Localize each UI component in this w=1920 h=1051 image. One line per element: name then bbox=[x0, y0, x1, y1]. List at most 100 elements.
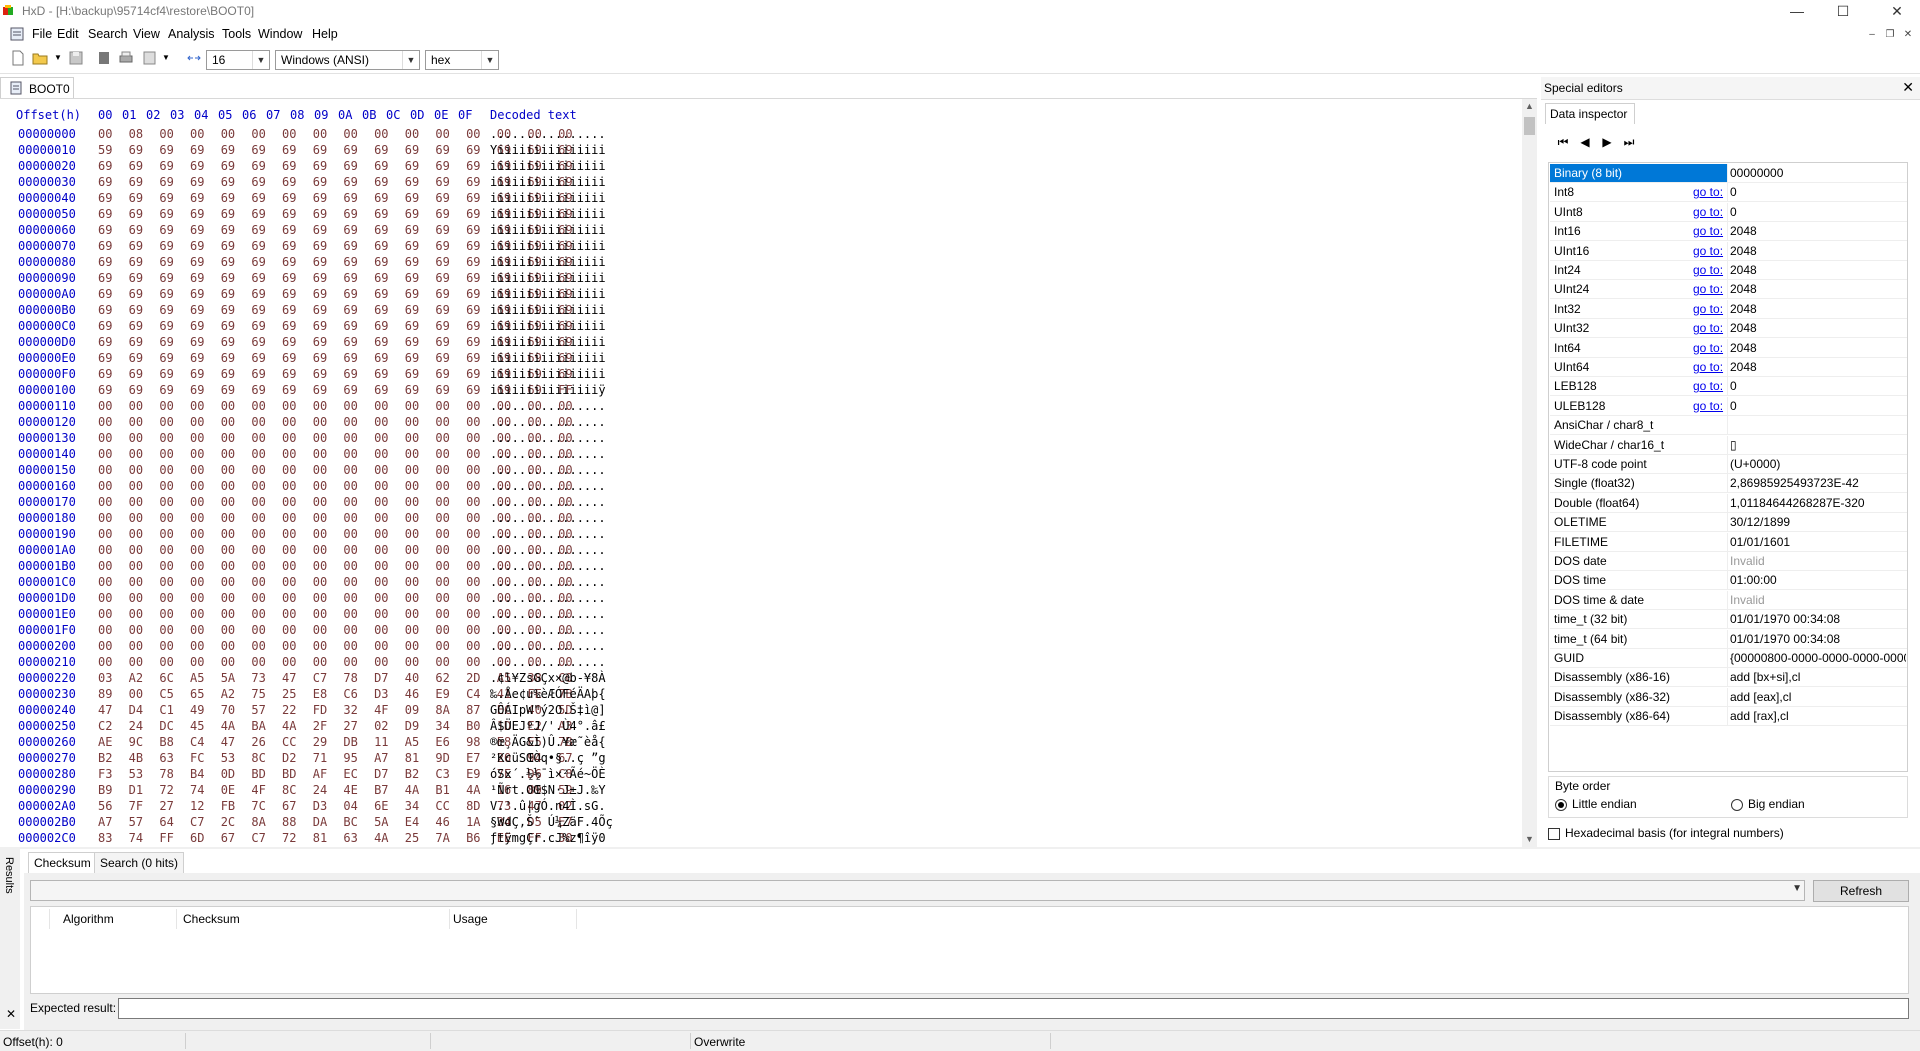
row-decoded-text[interactable]: ................ bbox=[490, 126, 606, 142]
last-icon[interactable]: ⏭ bbox=[1622, 135, 1636, 149]
row-decoded-text[interactable]: §WdÇ,Šˆ Ú¼ZäF.4Õç bbox=[490, 814, 613, 830]
inspector-row-value[interactable]: 2048 bbox=[1730, 244, 1906, 258]
first-icon[interactable]: ⏮ bbox=[1556, 135, 1570, 149]
menu-window[interactable]: Window bbox=[258, 27, 302, 41]
inspector-row-value[interactable]: add [eax],cl bbox=[1730, 690, 1906, 704]
save-icon[interactable] bbox=[68, 50, 84, 66]
row-decoded-text[interactable]: iiiiiiiiiiiiiiii bbox=[490, 222, 606, 238]
inspector-row-value[interactable]: ▯ bbox=[1730, 438, 1906, 452]
inspector-row[interactable]: GUID {00000800-0000-0000-0000-00000 bbox=[1550, 649, 1907, 668]
close-document-icon[interactable] bbox=[96, 50, 112, 66]
inspector-row-value[interactable]: (U+0000) bbox=[1730, 457, 1906, 471]
row-decoded-text[interactable]: ................ bbox=[490, 590, 606, 606]
goto-link[interactable]: go to: bbox=[1693, 282, 1723, 296]
vertical-scrollbar[interactable]: ▲ ▼ bbox=[1522, 99, 1537, 847]
inspector-row-value[interactable]: 2048 bbox=[1730, 321, 1906, 335]
algorithm-select[interactable]: ▼ bbox=[30, 880, 1805, 901]
inspector-row-value[interactable]: 01/01/1601 bbox=[1730, 535, 1906, 549]
inspector-row[interactable]: time_t (32 bit) 01/01/1970 00:34:08 bbox=[1550, 610, 1907, 630]
goto-link[interactable]: go to: bbox=[1693, 321, 1723, 335]
menu-search[interactable]: Search bbox=[88, 27, 128, 41]
inspector-row[interactable]: DOS date Invalid bbox=[1550, 552, 1907, 571]
inspector-row-value[interactable]: 0 bbox=[1730, 185, 1906, 199]
inspector-row-value[interactable]: Invalid bbox=[1730, 593, 1906, 607]
inspector-row[interactable]: DOS time 01:00:00 bbox=[1550, 571, 1907, 591]
row-decoded-text[interactable]: iiiiiiiiiiiiiiii bbox=[490, 334, 606, 350]
inspector-row-value[interactable]: 2048 bbox=[1730, 360, 1906, 374]
minimize-button[interactable]: — bbox=[1774, 0, 1820, 23]
row-decoded-text[interactable]: iiiiiiiiiiiiiiii bbox=[490, 318, 606, 334]
row-decoded-text[interactable]: ¹Ñrt.OŒ$N·J±J.‰Y bbox=[490, 782, 606, 798]
mdi-restore-button[interactable]: ❐ bbox=[1882, 28, 1898, 42]
goto-link[interactable]: go to: bbox=[1693, 185, 1723, 199]
row-decoded-text[interactable]: ................ bbox=[490, 542, 606, 558]
inspector-row-value[interactable]: add [rax],cl bbox=[1730, 709, 1906, 723]
row-decoded-text[interactable]: ................ bbox=[490, 494, 606, 510]
row-decoded-text[interactable]: ................ bbox=[490, 414, 606, 430]
hex-basis-checkbox[interactable] bbox=[1548, 828, 1560, 840]
inspector-row-value[interactable]: 01/01/1970 00:34:08 bbox=[1730, 612, 1906, 626]
inspector-row[interactable]: UInt16 go to: 2048 bbox=[1550, 241, 1907, 261]
inspector-row[interactable]: WideChar / char16_t ▯ bbox=[1550, 435, 1907, 455]
goto-link[interactable]: go to: bbox=[1693, 360, 1723, 374]
inspector-row[interactable]: OLETIME 30/12/1899 bbox=[1550, 513, 1907, 533]
row-decoded-text[interactable]: ................ bbox=[490, 510, 606, 526]
scroll-down-icon[interactable]: ▼ bbox=[1522, 832, 1537, 847]
row-decoded-text[interactable]: ................ bbox=[490, 430, 606, 446]
row-decoded-text[interactable]: Yiiiiiiiiiiiiiii bbox=[490, 142, 606, 158]
row-decoded-text[interactable]: iiiiiiiiiiiiiiii bbox=[490, 366, 606, 382]
export-icon[interactable] bbox=[142, 50, 158, 66]
menu-file[interactable]: File bbox=[32, 27, 52, 41]
row-decoded-text[interactable]: ................ bbox=[490, 622, 606, 638]
inspector-row[interactable]: Disassembly (x86-64) add [rax],cl bbox=[1550, 707, 1907, 727]
inspector-row-value[interactable]: 2,86985925493723E-42 bbox=[1730, 476, 1906, 490]
row-decoded-text[interactable]: iiiiiiiiiiiiiiii bbox=[490, 270, 606, 286]
row-decoded-text[interactable]: iiiiiiiiiiiiiiii bbox=[490, 238, 606, 254]
scroll-thumb[interactable] bbox=[1524, 117, 1535, 135]
row-decoded-text[interactable]: iiiiiiiiiiiiiiii bbox=[490, 302, 606, 318]
close-icon[interactable]: ✕ bbox=[1902, 79, 1914, 96]
row-decoded-text[interactable]: ................ bbox=[490, 398, 606, 414]
inspector-row[interactable]: Int8 go to: 0 bbox=[1550, 183, 1907, 203]
goto-link[interactable]: go to: bbox=[1693, 379, 1723, 393]
close-button[interactable]: ✕ bbox=[1874, 0, 1920, 23]
tab-data-inspector[interactable]: Data inspector bbox=[1545, 103, 1635, 124]
inspector-row[interactable]: time_t (64 bit) 01/01/1970 00:34:08 bbox=[1550, 629, 1907, 649]
row-decoded-text[interactable]: iiiiiiiiiiiiiiii bbox=[490, 350, 606, 366]
row-decoded-text[interactable]: iiiiiiiiiiiiiiii bbox=[490, 254, 606, 270]
offset-base-select[interactable]: hex ▼ bbox=[425, 50, 499, 70]
next-icon[interactable]: ▶ bbox=[1600, 135, 1614, 149]
charset-select[interactable]: Windows (ANSI) ▼ bbox=[275, 50, 420, 70]
scroll-up-icon[interactable]: ▲ bbox=[1522, 99, 1537, 114]
menu-help[interactable]: Help bbox=[312, 27, 338, 41]
expected-result-input[interactable] bbox=[118, 998, 1909, 1019]
row-decoded-text[interactable]: Â$ÜEJºJ/'.Ù4°.â£ bbox=[490, 718, 606, 734]
inspector-row[interactable]: DOS time & date Invalid bbox=[1550, 590, 1907, 610]
menu-tools[interactable]: Tools bbox=[222, 27, 251, 41]
mdi-minimize-button[interactable]: – bbox=[1864, 28, 1880, 42]
inspector-row[interactable]: Int32 go to: 2048 bbox=[1550, 299, 1907, 319]
inspector-row-value[interactable]: add [bx+si],cl bbox=[1730, 670, 1906, 684]
row-decoded-text[interactable]: ................ bbox=[490, 638, 606, 654]
inspector-row-value[interactable]: {00000800-0000-0000-0000-00000 bbox=[1730, 651, 1906, 665]
tab-checksum[interactable]: Checksum bbox=[28, 852, 97, 873]
inspector-row-value[interactable]: 2048 bbox=[1730, 341, 1906, 355]
inspector-row[interactable]: Binary (8 bit) 00000000 bbox=[1550, 164, 1907, 183]
new-file-icon[interactable] bbox=[10, 50, 26, 66]
row-decoded-text[interactable]: ................ bbox=[490, 446, 606, 462]
inspector-row[interactable]: Int64 go to: 2048 bbox=[1550, 338, 1907, 358]
inspector-row[interactable]: Int24 go to: 2048 bbox=[1550, 261, 1907, 280]
inspector-row-value[interactable]: 0 bbox=[1730, 379, 1906, 393]
inspector-row-value[interactable]: 2048 bbox=[1730, 302, 1906, 316]
menu-analysis[interactable]: Analysis bbox=[168, 27, 215, 41]
menu-view[interactable]: View bbox=[133, 27, 160, 41]
row-decoded-text[interactable]: V.'.û|gÓ.n4Ì.sG. bbox=[490, 798, 606, 814]
row-decoded-text[interactable]: óSx´.½½¯ì×²Ãé~ÖÈ bbox=[490, 766, 606, 782]
goto-link[interactable]: go to: bbox=[1693, 244, 1723, 258]
inspector-row[interactable]: Double (float64) 1,01184644268287E-320 bbox=[1550, 493, 1907, 513]
inspector-row-value[interactable]: 0 bbox=[1730, 399, 1906, 413]
tab-search[interactable]: Search (0 hits) bbox=[94, 852, 185, 873]
goto-link[interactable]: go to: bbox=[1693, 224, 1723, 238]
row-decoded-text[interactable]: ƒtÿmgÇr.cJ%z¶îÿ0 bbox=[490, 830, 606, 846]
row-decoded-text[interactable]: ................ bbox=[490, 526, 606, 542]
